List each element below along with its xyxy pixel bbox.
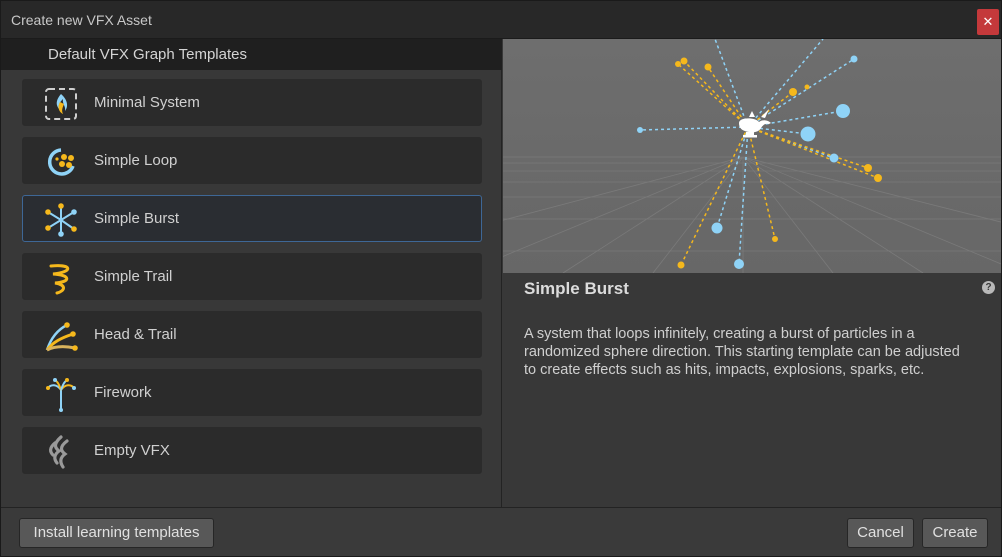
template-detail-description: A system that loops infinitely, creating… xyxy=(524,326,960,378)
template-item-simple-trail[interactable]: Simple Trail xyxy=(22,253,482,300)
template-preview-image xyxy=(503,39,1001,273)
install-learning-templates-button[interactable]: Install learning templates xyxy=(19,518,214,548)
template-item-simple-burst[interactable]: Simple Burst xyxy=(22,195,482,242)
template-label: Head & Trail xyxy=(94,326,177,343)
template-label: Simple Trail xyxy=(94,268,173,285)
close-button[interactable]: ✕ xyxy=(977,9,999,35)
template-label: Empty VFX xyxy=(94,442,170,459)
simple-trail-icon xyxy=(49,264,70,295)
dialog-footer: Install learning templates Cancel Create xyxy=(1,507,1001,556)
simple-loop-icon xyxy=(47,148,75,176)
template-list-panel: Default VFX Graph Templates Minimal Syst… xyxy=(1,39,502,507)
minimal-system-icon xyxy=(45,88,77,120)
help-icon[interactable]: ? xyxy=(982,281,995,294)
template-section-title: Default VFX Graph Templates xyxy=(48,46,247,63)
burst-preview-illustration xyxy=(503,39,1001,273)
empty-vfx-icon xyxy=(49,435,69,469)
window-title: Create new VFX Asset xyxy=(11,12,152,28)
template-label: Simple Burst xyxy=(94,210,180,227)
cancel-button[interactable]: Cancel xyxy=(847,518,914,548)
create-button[interactable]: Create xyxy=(922,518,988,548)
head-trail-icon xyxy=(45,322,78,352)
title-bar: Create new VFX Asset ✕ xyxy=(1,1,1001,39)
firework-icon xyxy=(46,378,76,412)
template-label: Simple Loop xyxy=(94,152,178,169)
template-item-firework[interactable]: Firework xyxy=(22,369,482,416)
template-label: Minimal System xyxy=(94,94,200,111)
template-section-header: Default VFX Graph Templates xyxy=(1,39,502,70)
template-item-empty-vfx[interactable]: Empty VFX xyxy=(22,427,482,474)
template-item-head-trail[interactable]: Head & Trail xyxy=(22,311,482,358)
simple-burst-icon xyxy=(45,203,77,237)
template-detail-title: Simple Burst xyxy=(524,279,629,298)
template-item-simple-loop[interactable]: Simple Loop xyxy=(22,137,482,184)
template-item-minimal-system[interactable]: Minimal System xyxy=(22,79,482,126)
create-vfx-asset-window: Create new VFX Asset ✕ Default VFX Graph… xyxy=(0,0,1002,557)
template-label: Firework xyxy=(94,384,152,401)
